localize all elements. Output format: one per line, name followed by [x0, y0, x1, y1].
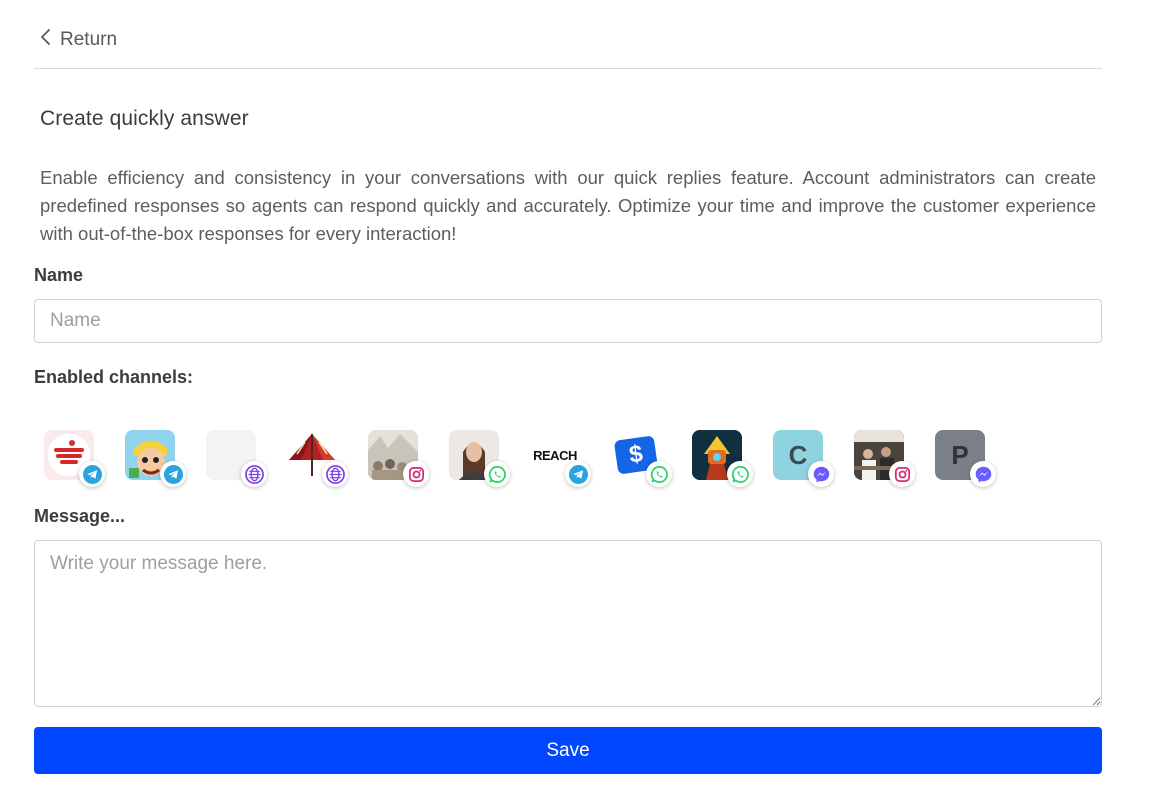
whatsapp-icon — [646, 461, 672, 487]
telegram-icon — [160, 461, 186, 487]
channel-item[interactable]: $ — [611, 430, 672, 487]
channel-item[interactable] — [368, 430, 429, 487]
messenger-icon — [808, 461, 834, 487]
top-bar: Return — [34, 18, 1102, 69]
channel-item[interactable] — [44, 430, 105, 487]
page-title: Create quickly answer — [40, 107, 249, 130]
name-input[interactable] — [34, 299, 1102, 343]
name-label: Name — [34, 265, 84, 285]
dollar-logo-text: $ — [627, 440, 645, 469]
message-textarea[interactable] — [34, 540, 1102, 707]
chevron-left-icon — [38, 28, 54, 52]
return-label: Return — [60, 29, 118, 50]
channel-item[interactable] — [125, 430, 186, 487]
save-button[interactable]: Save — [34, 727, 1102, 774]
message-label: Message... — [34, 506, 126, 526]
channel-item[interactable] — [206, 430, 267, 487]
avatar-letter: P — [951, 439, 969, 470]
messenger-icon — [970, 461, 996, 487]
instagram-icon — [403, 461, 429, 487]
page-description: Enable efficiency and consistency in you… — [40, 167, 1096, 244]
enabled-channels-label: Enabled channels: — [34, 367, 194, 387]
webchat-icon — [322, 461, 348, 487]
telegram-icon — [79, 461, 105, 487]
channel-item[interactable]: REACH — [530, 430, 591, 487]
channel-list: REACH $ C P — [44, 430, 996, 487]
channel-item[interactable] — [854, 430, 915, 487]
telegram-icon — [565, 461, 591, 487]
whatsapp-icon — [727, 461, 753, 487]
channel-item[interactable] — [287, 430, 348, 487]
channel-item[interactable] — [449, 430, 510, 487]
channel-item[interactable]: C — [773, 430, 834, 487]
return-link[interactable]: Return — [38, 28, 117, 52]
instagram-icon — [889, 461, 915, 487]
avatar-letter: C — [788, 439, 808, 470]
whatsapp-icon — [484, 461, 510, 487]
webchat-icon — [241, 461, 267, 487]
reach-logo-text: REACH — [533, 447, 577, 463]
channel-item[interactable] — [692, 430, 753, 487]
channel-item[interactable]: P — [935, 430, 996, 487]
